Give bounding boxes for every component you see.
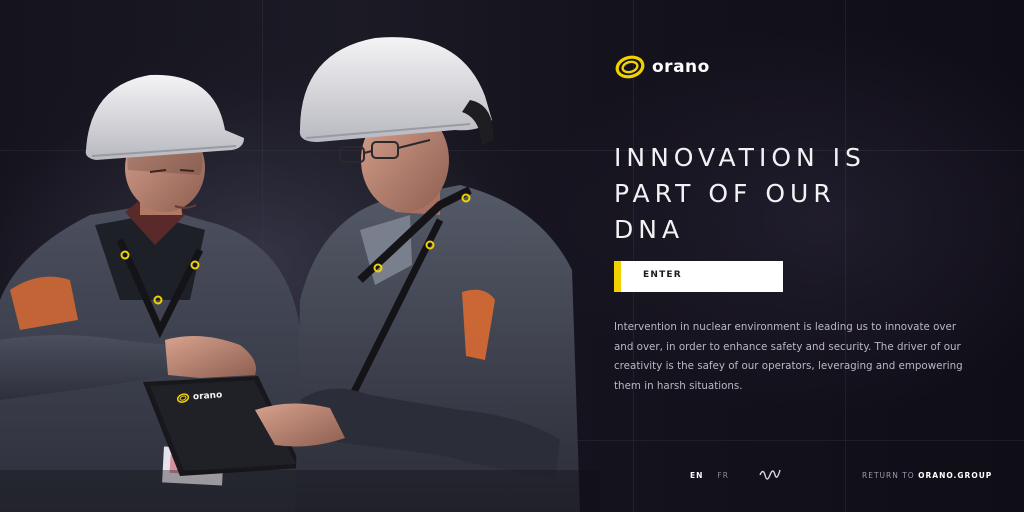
intro-description: Intervention in nuclear environment is l… — [614, 321, 963, 392]
grid-line — [845, 0, 846, 512]
page-headline: INNOVATION IS PART OF OUR DNA — [614, 140, 974, 248]
language-switcher: EN FR — [690, 471, 729, 480]
logo-text: orano — [652, 57, 710, 77]
headline-line: PART OF OUR — [614, 179, 836, 208]
headline-line: INNOVATION IS — [614, 143, 866, 172]
language-option-fr[interactable]: FR — [717, 471, 729, 480]
landing-page: orano orano INNOVATION IS PART OF OUR DN… — [0, 0, 1024, 512]
wave-signal-icon[interactable] — [759, 466, 781, 484]
return-link-site: ORANO.GROUP — [918, 471, 993, 480]
enter-button-label: ENTER — [643, 270, 682, 280]
headline-line: DNA — [614, 215, 685, 244]
orano-ring-logo-icon — [615, 55, 645, 79]
return-link-prefix: RETURN TO — [862, 471, 919, 480]
return-to-site-link[interactable]: RETURN TO ORANO.GROUP — [862, 471, 992, 480]
enter-button[interactable]: ENTER — [614, 261, 783, 292]
tablet-logo-text: orano — [192, 390, 223, 403]
orano-ring-logo-icon — [176, 393, 190, 403]
language-option-en[interactable]: EN — [690, 471, 703, 480]
hero-photo — [0, 20, 600, 512]
brand-logo[interactable]: orano — [614, 54, 710, 80]
